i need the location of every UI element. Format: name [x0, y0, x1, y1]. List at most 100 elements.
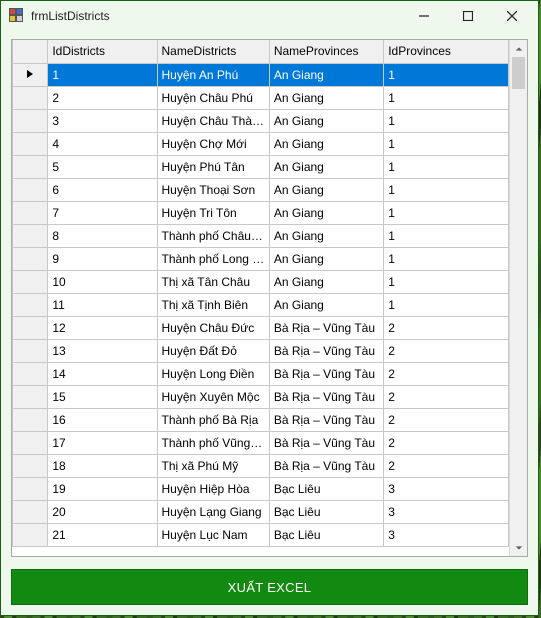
- row-header[interactable]: [13, 293, 48, 316]
- cell-idprovinces[interactable]: 3: [384, 477, 509, 500]
- cell-nameprovinces[interactable]: An Giang: [269, 270, 383, 293]
- cell-idprovinces[interactable]: 2: [384, 431, 509, 454]
- cell-nameprovinces[interactable]: Bà Rịa – Vũng Tàu: [269, 316, 383, 339]
- cell-idprovinces[interactable]: 2: [384, 385, 509, 408]
- row-header[interactable]: [13, 109, 48, 132]
- cell-nameprovinces[interactable]: An Giang: [269, 86, 383, 109]
- cell-namedistricts[interactable]: Thành phố Châu Đ...: [157, 224, 269, 247]
- cell-namedistricts[interactable]: Thành phố Bà Rịa: [157, 408, 269, 431]
- cell-iddistricts[interactable]: 10: [48, 270, 157, 293]
- row-header[interactable]: [13, 431, 48, 454]
- cell-nameprovinces[interactable]: An Giang: [269, 155, 383, 178]
- table-row[interactable]: 11Thị xã Tịnh BiênAn Giang1: [13, 293, 509, 316]
- cell-idprovinces[interactable]: 2: [384, 339, 509, 362]
- cell-namedistricts[interactable]: Huyện Châu Thành: [157, 109, 269, 132]
- maximize-button[interactable]: [446, 2, 490, 30]
- cell-nameprovinces[interactable]: Bà Rịa – Vũng Tàu: [269, 362, 383, 385]
- cell-namedistricts[interactable]: Huyện Xuyên Mộc: [157, 385, 269, 408]
- cell-idprovinces[interactable]: 3: [384, 523, 509, 546]
- cell-idprovinces[interactable]: 1: [384, 109, 509, 132]
- scroll-thumb[interactable]: [512, 57, 525, 89]
- row-header[interactable]: [13, 155, 48, 178]
- row-header[interactable]: [13, 385, 48, 408]
- row-header[interactable]: [13, 339, 48, 362]
- cell-idprovinces[interactable]: 1: [384, 86, 509, 109]
- cell-iddistricts[interactable]: 13: [48, 339, 157, 362]
- cell-iddistricts[interactable]: 12: [48, 316, 157, 339]
- row-header[interactable]: [13, 224, 48, 247]
- cell-namedistricts[interactable]: Huyện Châu Phú: [157, 86, 269, 109]
- table-row[interactable]: 6Huyện Thoại SơnAn Giang1: [13, 178, 509, 201]
- data-grid[interactable]: IdDistricts NameDistricts NameProvinces …: [11, 39, 528, 557]
- cell-namedistricts[interactable]: Huyện An Phú: [157, 63, 269, 86]
- cell-namedistricts[interactable]: Thị xã Tân Châu: [157, 270, 269, 293]
- column-header-nameprovinces[interactable]: NameProvinces: [269, 40, 383, 63]
- scroll-down-button[interactable]: [510, 539, 527, 556]
- cell-namedistricts[interactable]: Thị xã Tịnh Biên: [157, 293, 269, 316]
- cell-namedistricts[interactable]: Huyện Lạng Giang: [157, 500, 269, 523]
- table-row[interactable]: 3Huyện Châu ThànhAn Giang1: [13, 109, 509, 132]
- cell-nameprovinces[interactable]: Bà Rịa – Vũng Tàu: [269, 408, 383, 431]
- cell-idprovinces[interactable]: 1: [384, 201, 509, 224]
- cell-nameprovinces[interactable]: Bạc Liêu: [269, 523, 383, 546]
- cell-namedistricts[interactable]: Thành phố Vũng Tàu: [157, 431, 269, 454]
- cell-namedistricts[interactable]: Thị xã Phú Mỹ: [157, 454, 269, 477]
- cell-idprovinces[interactable]: 2: [384, 408, 509, 431]
- cell-namedistricts[interactable]: Huyện Tri Tôn: [157, 201, 269, 224]
- cell-idprovinces[interactable]: 1: [384, 293, 509, 316]
- cell-iddistricts[interactable]: 7: [48, 201, 157, 224]
- cell-iddistricts[interactable]: 11: [48, 293, 157, 316]
- cell-namedistricts[interactable]: Huyện Thoại Sơn: [157, 178, 269, 201]
- cell-idprovinces[interactable]: 1: [384, 132, 509, 155]
- table-row[interactable]: 1Huyện An PhúAn Giang1: [13, 63, 509, 86]
- cell-nameprovinces[interactable]: Bạc Liêu: [269, 500, 383, 523]
- row-header[interactable]: [13, 178, 48, 201]
- cell-nameprovinces[interactable]: An Giang: [269, 224, 383, 247]
- table-row[interactable]: 13Huyện Đất ĐỏBà Rịa – Vũng Tàu2: [13, 339, 509, 362]
- export-excel-button[interactable]: XUẤT EXCEL: [11, 569, 528, 605]
- cell-namedistricts[interactable]: Thành phố Long X...: [157, 247, 269, 270]
- cell-iddistricts[interactable]: 1: [48, 63, 157, 86]
- row-header[interactable]: [13, 132, 48, 155]
- cell-iddistricts[interactable]: 17: [48, 431, 157, 454]
- table-row[interactable]: 7Huyện Tri TônAn Giang1: [13, 201, 509, 224]
- cell-iddistricts[interactable]: 16: [48, 408, 157, 431]
- cell-idprovinces[interactable]: 1: [384, 270, 509, 293]
- cell-nameprovinces[interactable]: An Giang: [269, 109, 383, 132]
- cell-idprovinces[interactable]: 1: [384, 247, 509, 270]
- scroll-track[interactable]: [510, 57, 527, 539]
- cell-namedistricts[interactable]: Huyện Chợ Mới: [157, 132, 269, 155]
- titlebar[interactable]: frmListDistricts: [1, 1, 538, 31]
- cell-iddistricts[interactable]: 2: [48, 86, 157, 109]
- table-row[interactable]: 18Thị xã Phú MỹBà Rịa – Vũng Tàu2: [13, 454, 509, 477]
- cell-iddistricts[interactable]: 18: [48, 454, 157, 477]
- row-header[interactable]: [13, 408, 48, 431]
- table-row[interactable]: 8Thành phố Châu Đ...An Giang1: [13, 224, 509, 247]
- cell-idprovinces[interactable]: 2: [384, 362, 509, 385]
- cell-iddistricts[interactable]: 4: [48, 132, 157, 155]
- row-header[interactable]: [13, 316, 48, 339]
- vertical-scrollbar[interactable]: [509, 40, 527, 556]
- cell-iddistricts[interactable]: 5: [48, 155, 157, 178]
- cell-nameprovinces[interactable]: Bà Rịa – Vũng Tàu: [269, 339, 383, 362]
- cell-nameprovinces[interactable]: An Giang: [269, 132, 383, 155]
- table-row[interactable]: 16Thành phố Bà RịaBà Rịa – Vũng Tàu2: [13, 408, 509, 431]
- cell-idprovinces[interactable]: 1: [384, 63, 509, 86]
- row-header[interactable]: [13, 362, 48, 385]
- cell-idprovinces[interactable]: 2: [384, 316, 509, 339]
- table-row[interactable]: 15Huyện Xuyên MộcBà Rịa – Vũng Tàu2: [13, 385, 509, 408]
- table-row[interactable]: 17Thành phố Vũng TàuBà Rịa – Vũng Tàu2: [13, 431, 509, 454]
- row-header[interactable]: [13, 86, 48, 109]
- cell-namedistricts[interactable]: Huyện Long Điền: [157, 362, 269, 385]
- cell-namedistricts[interactable]: Huyện Hiệp Hòa: [157, 477, 269, 500]
- cell-nameprovinces[interactable]: An Giang: [269, 247, 383, 270]
- row-header[interactable]: [13, 477, 48, 500]
- row-header[interactable]: [13, 270, 48, 293]
- column-header-idprovinces[interactable]: IdProvinces: [384, 40, 509, 63]
- table-row[interactable]: 5Huyện Phú TânAn Giang1: [13, 155, 509, 178]
- table-row[interactable]: 20Huyện Lạng GiangBạc Liêu3: [13, 500, 509, 523]
- cell-iddistricts[interactable]: 9: [48, 247, 157, 270]
- cell-iddistricts[interactable]: 3: [48, 109, 157, 132]
- cell-iddistricts[interactable]: 15: [48, 385, 157, 408]
- row-header[interactable]: [13, 63, 48, 86]
